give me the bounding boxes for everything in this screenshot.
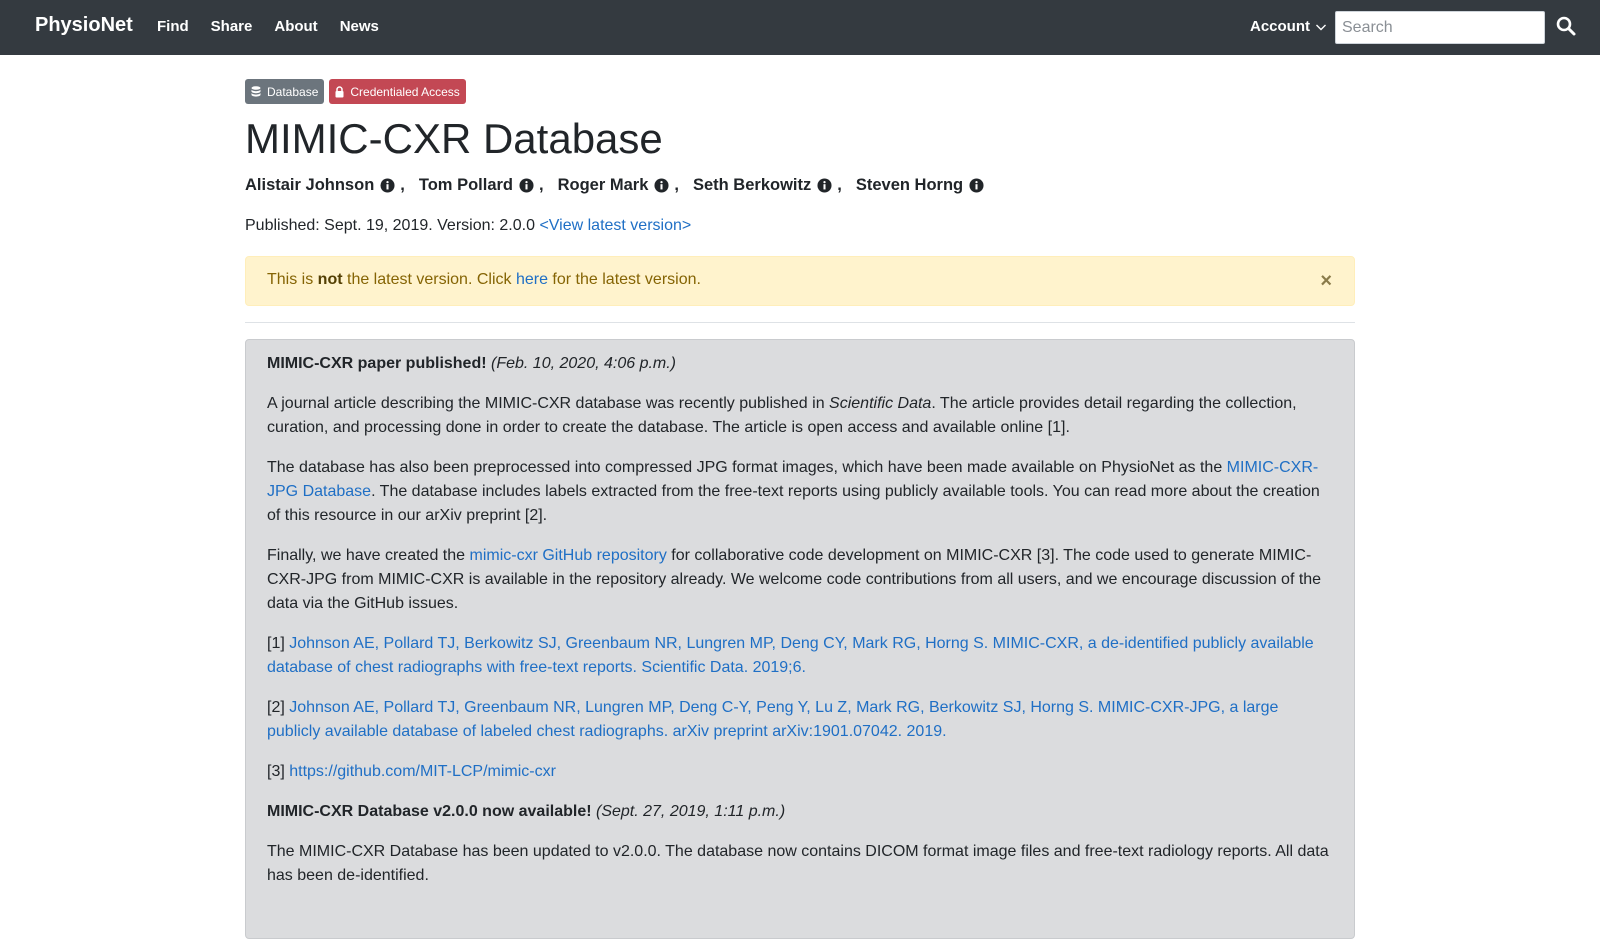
reference-label: [2] xyxy=(267,699,290,716)
news-panel: MIMIC-CXR paper published! (Feb. 10, 202… xyxy=(245,339,1355,939)
alert-here-link[interactable]: here xyxy=(516,271,548,288)
reference-item: [2] Johnson AE, Pollard TJ, Greenbaum NR… xyxy=(267,696,1334,744)
project-badges: Database Credentialed Access xyxy=(245,79,471,104)
reference-link[interactable]: Johnson AE, Pollard TJ, Berkowitz SJ, Gr… xyxy=(267,635,1314,676)
reference-label: [1] xyxy=(267,635,290,652)
news-text: A journal article describing the MIMIC-C… xyxy=(267,395,830,412)
publication-info: Published: Sept. 19, 2019. Version: 2.0.… xyxy=(245,217,691,235)
author-item: Steven Horng xyxy=(856,176,984,195)
search-icon[interactable] xyxy=(1554,14,1578,38)
credentialed-access-badge: Credentialed Access xyxy=(329,79,466,104)
author-item: Tom Pollard , xyxy=(418,176,544,194)
reference-item: [1] Johnson AE, Pollard TJ, Berkowitz SJ… xyxy=(267,632,1334,680)
search-input[interactable] xyxy=(1335,11,1545,44)
news-text: The database has also been preprocessed … xyxy=(267,459,1227,476)
alert-text-post: for the latest version. xyxy=(547,271,701,288)
close-icon[interactable]: × xyxy=(1320,271,1332,291)
nav-link-news[interactable]: News xyxy=(340,18,379,35)
info-circle-icon[interactable] xyxy=(380,178,395,193)
news-paragraph: The database has also been preprocessed … xyxy=(267,456,1334,528)
news-text: . The database includes labels extracted… xyxy=(267,483,1320,524)
reference-label: [3] xyxy=(267,763,290,780)
alert-text-pre: This is xyxy=(267,271,318,288)
nav-link-share[interactable]: Share xyxy=(211,18,253,35)
account-label: Account xyxy=(1250,18,1310,35)
database-badge-label: Database xyxy=(267,84,319,99)
nav-link-find[interactable]: Find xyxy=(157,18,189,35)
github-repository-link[interactable]: mimic-cxr GitHub repository xyxy=(469,547,666,564)
news-paragraph: The MIMIC-CXR Database has been updated … xyxy=(267,843,1329,884)
author-list: Alistair Johnson , Tom Pollard , Roger M… xyxy=(245,176,984,195)
author-item: Alistair Johnson , xyxy=(245,176,405,194)
journal-name: Scientific Data xyxy=(829,395,932,412)
author-name: Alistair Johnson xyxy=(245,176,375,194)
account-dropdown[interactable]: Account xyxy=(1250,18,1327,35)
news-title-text: MIMIC-CXR Database v2.0.0 now available! xyxy=(267,803,592,820)
news-date: (Feb. 10, 2020, 4:06 p.m.) xyxy=(491,355,677,372)
reference-link[interactable]: Johnson AE, Pollard TJ, Greenbaum NR, Lu… xyxy=(267,699,1278,740)
news-paragraph: Finally, we have created the mimic-cxr G… xyxy=(267,544,1334,616)
version-warning-alert: This is not the latest version. Click he… xyxy=(245,256,1355,306)
database-badge: Database xyxy=(245,79,325,104)
credentialed-badge-label: Credentialed Access xyxy=(350,84,460,99)
news-paragraph: A journal article describing the MIMIC-C… xyxy=(267,392,1334,440)
nav-link-about[interactable]: About xyxy=(274,18,317,35)
brand-logo-link[interactable]: PhysioNet xyxy=(35,14,133,37)
info-circle-icon[interactable] xyxy=(817,178,832,193)
lock-icon xyxy=(335,85,344,97)
page-title: MIMIC-CXR Database xyxy=(245,115,663,162)
info-circle-icon[interactable] xyxy=(654,178,669,193)
news-item-title: MIMIC-CXR Database v2.0.0 now available!… xyxy=(267,800,1334,824)
alert-text-bold: not xyxy=(317,271,343,288)
news-title-text: MIMIC-CXR paper published! xyxy=(267,355,487,372)
info-circle-icon[interactable] xyxy=(969,178,984,193)
alert-text-mid: the latest version. Click xyxy=(342,271,516,288)
chevron-down-icon xyxy=(1316,24,1326,30)
news-date: (Sept. 27, 2019, 1:11 p.m.) xyxy=(596,803,786,820)
top-navbar: PhysioNet Find Share About News Account xyxy=(0,0,1600,55)
author-item: Seth Berkowitz , xyxy=(692,176,842,194)
divider xyxy=(245,322,1355,323)
nav-links: Find Share About News xyxy=(157,18,401,35)
reference-link[interactable]: https://github.com/MIT-LCP/mimic-cxr xyxy=(289,763,556,780)
author-name: Steven Horng xyxy=(855,176,964,194)
author-name: Roger Mark xyxy=(557,176,649,194)
info-circle-icon[interactable] xyxy=(519,178,534,193)
author-name: Tom Pollard xyxy=(418,176,513,194)
reference-item: [3] https://github.com/MIT-LCP/mimic-cxr xyxy=(267,760,1334,784)
news-text: Finally, we have created the xyxy=(267,547,470,564)
database-icon xyxy=(251,86,261,97)
author-name: Seth Berkowitz xyxy=(692,176,812,194)
author-item: Roger Mark , xyxy=(557,176,679,194)
view-latest-version-link[interactable]: <View latest version> xyxy=(539,217,691,234)
published-text: Published: Sept. 19, 2019. Version: 2.0.… xyxy=(245,217,540,234)
news-item-title: MIMIC-CXR paper published! (Feb. 10, 202… xyxy=(267,352,1334,376)
